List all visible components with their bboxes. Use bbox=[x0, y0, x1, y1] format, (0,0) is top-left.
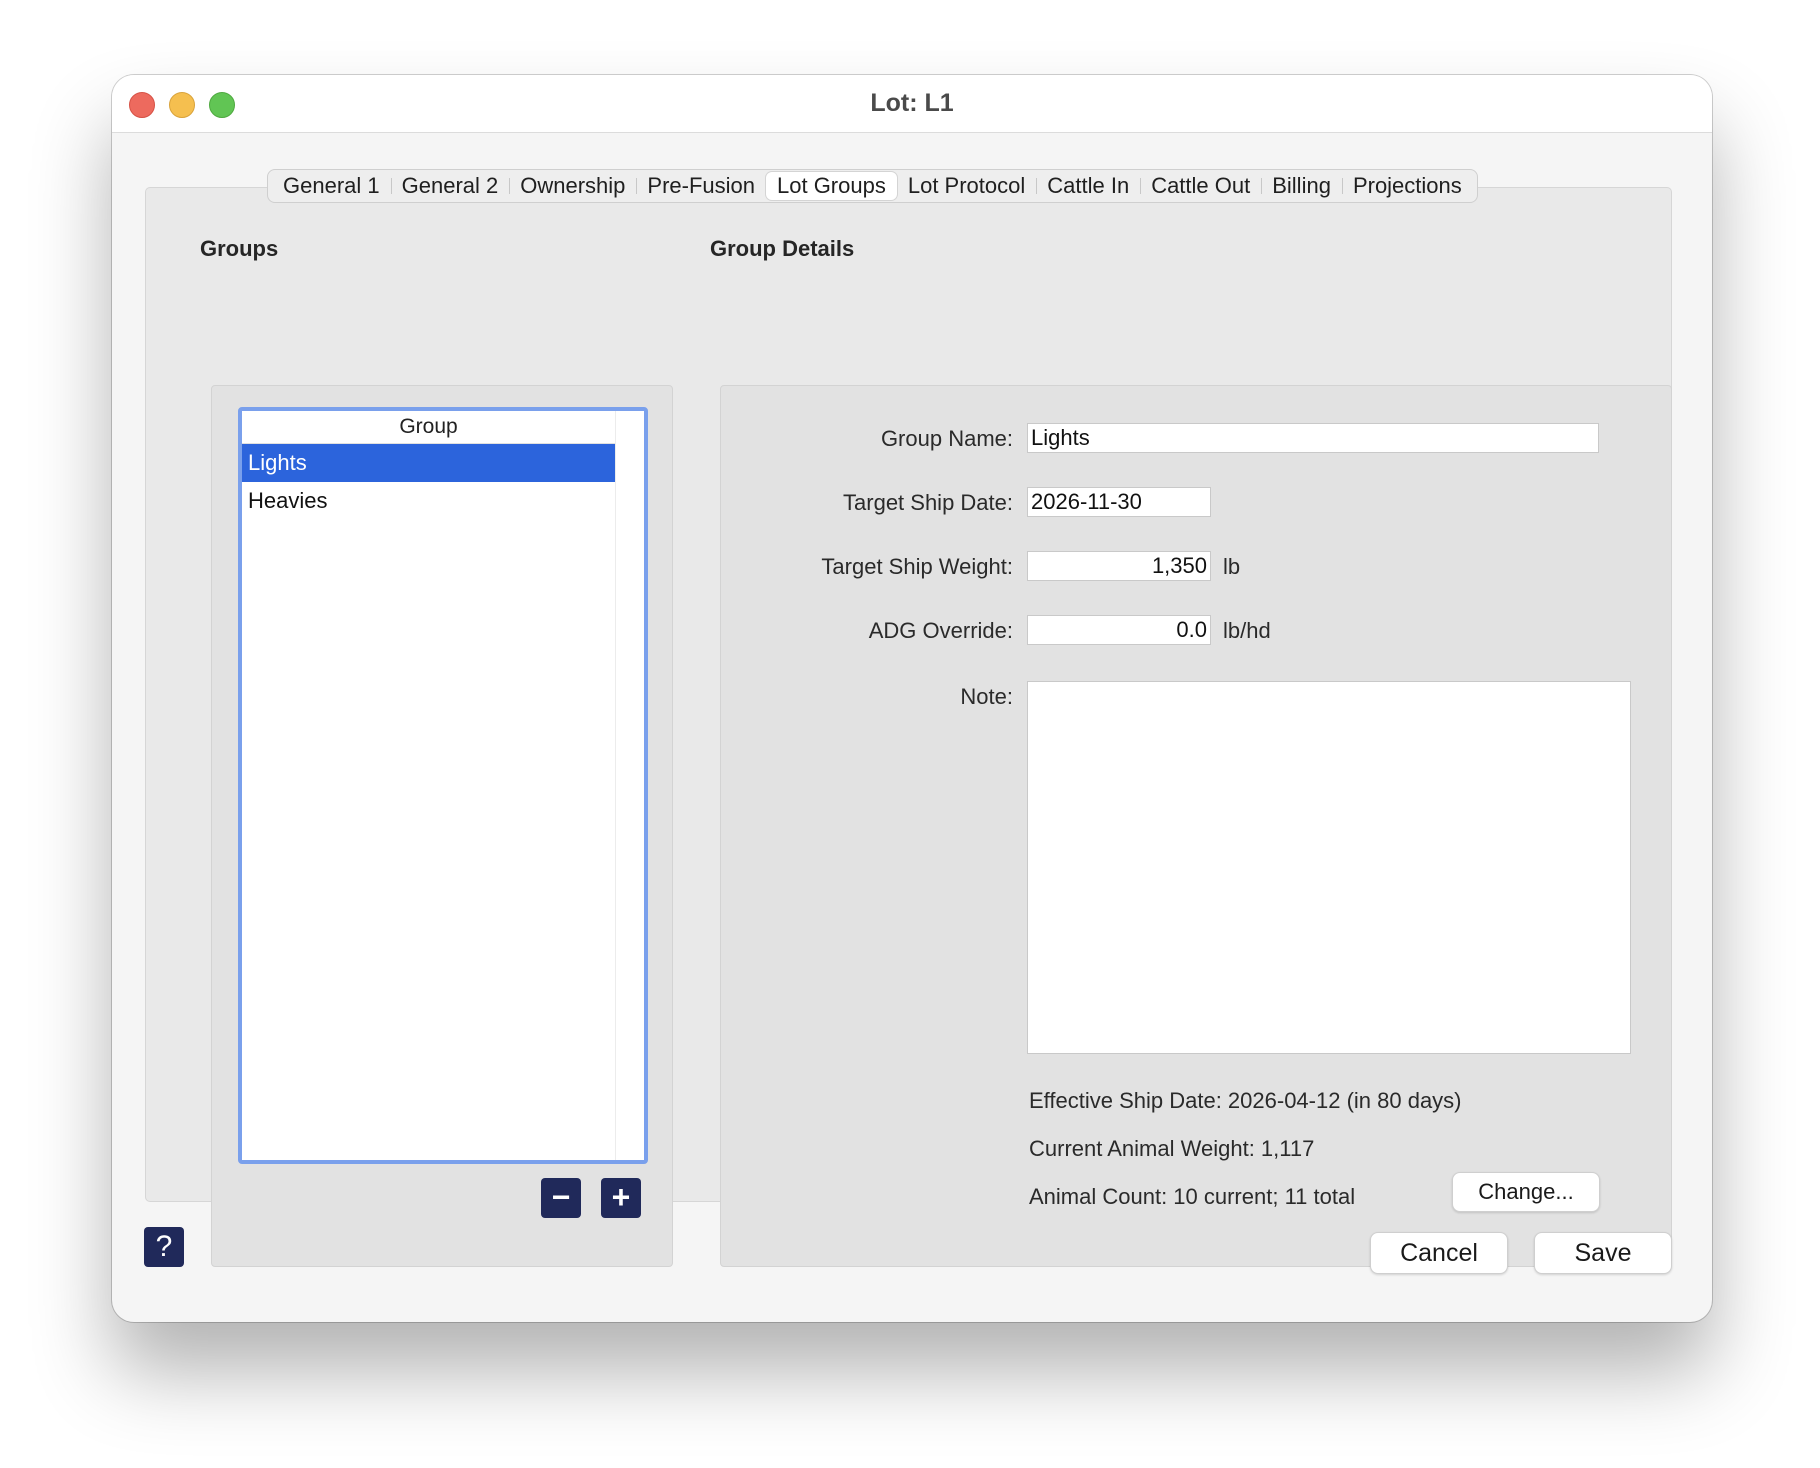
effective-ship-date: Effective Ship Date: 2026-04-12 (in 80 d… bbox=[1029, 1088, 1462, 1113]
current-animal-weight: Current Animal Weight: 1,117 bbox=[1029, 1136, 1315, 1161]
save-button[interactable]: Save bbox=[1534, 1232, 1672, 1274]
groups-list[interactable]: Group Lights Heavies bbox=[238, 407, 648, 1164]
change-animal-count-button[interactable]: Change... bbox=[1452, 1172, 1600, 1212]
tab-general-2[interactable]: General 2 bbox=[390, 172, 510, 200]
groups-panel: Group Lights Heavies − + bbox=[211, 385, 673, 1267]
tab-bar: General 1 General 2 Ownership Pre-Fusion… bbox=[267, 169, 1478, 203]
group-details-section-label: Group Details bbox=[710, 236, 855, 261]
tab-billing[interactable]: Billing bbox=[1261, 172, 1342, 200]
target-ship-weight-label: Target Ship Weight: bbox=[821, 554, 1013, 579]
group-column-header[interactable]: Group bbox=[242, 411, 615, 444]
adg-override-unit: lb/hd bbox=[1223, 618, 1271, 643]
note-label: Note: bbox=[960, 684, 1013, 709]
tab-lot-groups[interactable]: Lot Groups bbox=[766, 172, 897, 200]
group-row-lights[interactable]: Lights bbox=[242, 444, 615, 482]
group-name-field[interactable]: Lights bbox=[1027, 423, 1599, 453]
adg-override-field[interactable]: 0.0 bbox=[1027, 615, 1211, 645]
tab-projections[interactable]: Projections bbox=[1341, 172, 1473, 200]
group-row-heavies[interactable]: Heavies bbox=[242, 482, 615, 520]
tab-content: Groups Group Lights Heavies − + Group De… bbox=[145, 187, 1672, 1267]
remove-group-button[interactable]: − bbox=[541, 1178, 581, 1218]
group-details-panel: Group Name: Target Ship Date: Target Shi… bbox=[720, 385, 1672, 1267]
tab-general-1[interactable]: General 1 bbox=[272, 172, 391, 200]
group-name-label: Group Name: bbox=[880, 426, 1013, 451]
tab-cattle-in[interactable]: Cattle In bbox=[1036, 172, 1140, 200]
cancel-button[interactable]: Cancel bbox=[1370, 1232, 1508, 1274]
field-labels-column: Group Name: Target Ship Date: Target Shi… bbox=[721, 386, 1013, 1266]
help-button[interactable]: ? bbox=[144, 1227, 184, 1267]
add-group-button[interactable]: + bbox=[601, 1178, 641, 1218]
window-title: Lot: L1 bbox=[870, 89, 954, 117]
target-ship-date-label: Target Ship Date: bbox=[843, 490, 1013, 515]
target-ship-date-field[interactable]: 2026-11-30 bbox=[1027, 487, 1211, 517]
animal-count: Animal Count: 10 current; 11 total bbox=[1029, 1184, 1356, 1209]
tab-cattle-out[interactable]: Cattle Out bbox=[1140, 172, 1261, 200]
note-textarea[interactable] bbox=[1027, 681, 1631, 1054]
title-bar: Lot: L1 bbox=[112, 75, 1712, 133]
tab-ownership[interactable]: Ownership bbox=[509, 172, 636, 200]
target-ship-weight-unit: lb bbox=[1223, 554, 1241, 579]
tab-lot-protocol[interactable]: Lot Protocol bbox=[897, 172, 1036, 200]
list-scroll-gutter bbox=[615, 411, 616, 1160]
adg-override-label: ADG Override: bbox=[868, 618, 1013, 643]
lot-window: Lot: L1 Groups Group Lights Heavies − + … bbox=[112, 75, 1712, 1322]
tab-pre-fusion[interactable]: Pre-Fusion bbox=[636, 172, 766, 200]
groups-section-label: Groups bbox=[200, 236, 279, 261]
target-ship-weight-field[interactable]: 1,350 bbox=[1027, 551, 1211, 581]
